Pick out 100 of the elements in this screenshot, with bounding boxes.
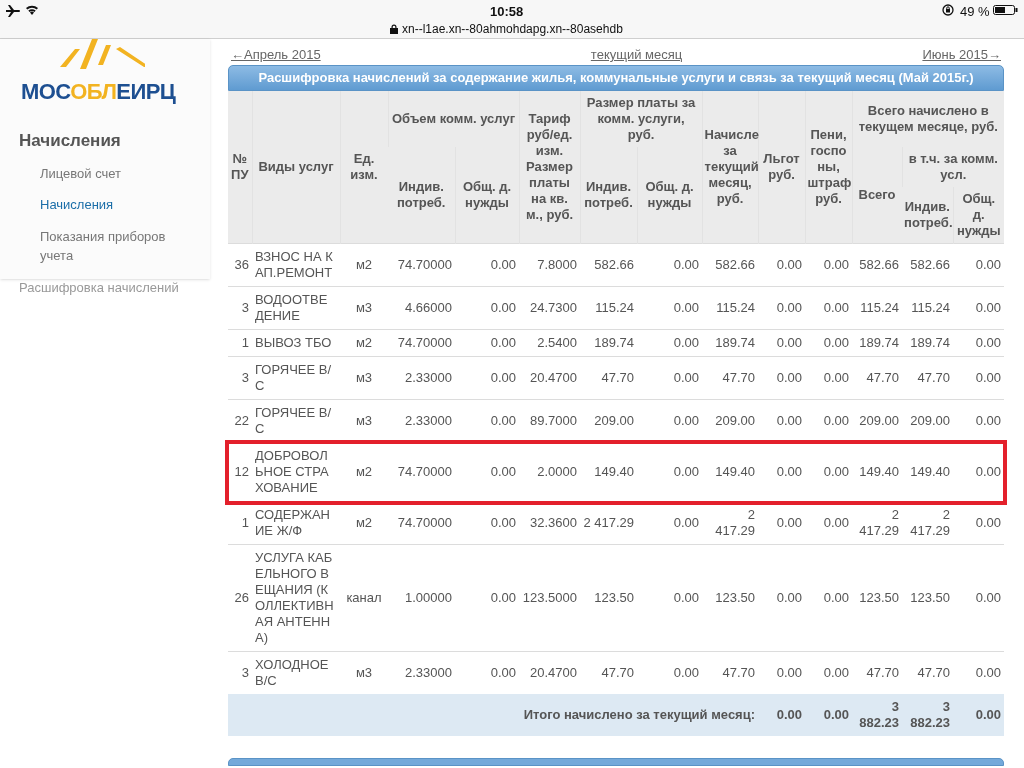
table-cell: 26 — [228, 544, 252, 652]
table-cell: 0.00 — [455, 442, 519, 502]
table-cell: 2.0000 — [519, 442, 580, 502]
table-cell: 1 — [228, 329, 252, 357]
table-cell: 2 417.29 — [702, 501, 759, 545]
column-header: Льгот руб. — [758, 91, 806, 244]
sidebar-item[interactable]: Начисления — [40, 195, 190, 215]
table-cell: 0.00 — [455, 501, 519, 545]
table-cell: 74.70000 — [388, 329, 455, 357]
table-cell: 89.7000 — [519, 399, 580, 443]
table-cell: 0.00 — [758, 329, 806, 357]
table-cell: 0.00 — [805, 694, 853, 736]
table-cell: 74.70000 — [388, 501, 455, 545]
table-cell: 20.4700 — [519, 356, 580, 400]
table-cell: 209.00 — [852, 399, 903, 443]
column-header: № ПУ — [228, 91, 252, 244]
table-cell: 0.00 — [637, 356, 703, 400]
table-cell: 47.70 — [902, 356, 954, 400]
table-cell: м3 — [340, 399, 388, 443]
table-cell: 0.00 — [758, 544, 806, 652]
battery-percent: 49 % — [960, 3, 990, 21]
table-cell: 2.33000 — [388, 651, 455, 694]
table-cell: 47.70 — [580, 356, 637, 400]
column-header: Всего — [852, 147, 903, 244]
table-cell: 0.00 — [455, 329, 519, 357]
table-cell: 36 — [228, 243, 252, 287]
table-cell: 189.74 — [852, 329, 903, 357]
table-cell: 0.00 — [758, 243, 806, 287]
table-cell: 0.00 — [805, 501, 853, 545]
table-cell: 582.66 — [702, 243, 759, 287]
table-cell: 3 — [228, 286, 252, 330]
sidebar-heading: Начисления — [19, 130, 122, 152]
table-cell: 189.74 — [902, 329, 954, 357]
table-cell: 3 882.23 — [902, 694, 954, 736]
table-cell: 47.70 — [702, 356, 759, 400]
table-cell: 0.00 — [637, 329, 703, 357]
table-cell: ВЫВОЗ ТБО — [252, 329, 340, 357]
column-header: Объем комм. услуг — [388, 91, 519, 147]
column-header: Общ. д. нужды — [953, 187, 1005, 244]
table-cell: 0.00 — [455, 651, 519, 694]
table-cell: 0.00 — [637, 442, 703, 502]
table-cell: 123.50 — [902, 544, 954, 652]
table-cell: 12 — [228, 442, 252, 502]
table-cell: СОДЕРЖАНИЕ Ж/Ф — [252, 501, 340, 545]
column-header: Пени, госпо ны, штраф руб. — [805, 91, 853, 244]
table-cell: 1.00000 — [388, 544, 455, 652]
table-cell: 3 — [228, 651, 252, 694]
table-cell: 0.00 — [758, 356, 806, 400]
table-cell: 149.40 — [580, 442, 637, 502]
column-header: Индив. потреб. — [388, 147, 455, 244]
current-month-link[interactable]: текущий месяц — [590, 45, 683, 65]
table-cell: 0.00 — [455, 243, 519, 287]
table-cell: 0.00 — [805, 399, 853, 443]
table-cell: 0.00 — [455, 286, 519, 330]
table-cell: 0.00 — [805, 442, 853, 502]
table-cell: 47.70 — [902, 651, 954, 694]
table-cell: 0.00 — [637, 544, 703, 652]
table-cell: 0.00 — [455, 399, 519, 443]
column-header: Виды услуг — [252, 91, 340, 244]
table-cell: ВЗНОС НА КАП.РЕМОНТ — [252, 243, 340, 287]
table-cell: 47.70 — [852, 651, 903, 694]
table-cell: 4.66000 — [388, 286, 455, 330]
table-cell: 0.00 — [637, 399, 703, 443]
column-header: Индив. потреб. — [580, 147, 637, 244]
table-cell: 47.70 — [580, 651, 637, 694]
column-header: Индив. потреб. — [902, 187, 954, 244]
sidebar-item[interactable]: Лицевой счет — [40, 163, 190, 183]
next-month-link[interactable]: Июнь 2015→ — [922, 45, 1001, 65]
table-cell: 0.00 — [758, 651, 806, 694]
table-cell: 2 417.29 — [902, 501, 954, 545]
table-cell: 0.00 — [637, 501, 703, 545]
column-header: Тариф руб/ед. изм. Размер платы на кв. м., руб. — [519, 91, 580, 244]
table-cell: 0.00 — [805, 356, 853, 400]
previous-month-link[interactable]: ←Апрель 2015 — [231, 45, 321, 65]
table-cell: 0.00 — [758, 286, 806, 330]
address-bar[interactable]: xn--l1ae.xn--80ahmohdapg.xn--80asehdb — [390, 20, 623, 38]
table-cell: 2 417.29 — [580, 501, 637, 545]
table-cell: м2 — [340, 501, 388, 545]
table-cell: 0.00 — [637, 651, 703, 694]
table-cell: 2.5400 — [519, 329, 580, 357]
sidebar-item[interactable]: Показания приборов учета — [40, 226, 190, 266]
table-cell: 189.74 — [580, 329, 637, 357]
column-header: Начисле за текущий месяц, руб. — [702, 91, 759, 244]
table-cell: ВОДООТВЕДЕНИЕ — [252, 286, 340, 330]
table-cell: канал — [340, 544, 388, 652]
table-cell: 0.00 — [953, 329, 1005, 357]
table-cell: 0.00 — [805, 243, 853, 287]
table-cell: 0.00 — [805, 329, 853, 357]
table-cell: 0.00 — [953, 243, 1005, 287]
table-cell: 3 — [228, 356, 252, 400]
column-header: Всего начислено в текущем месяце, руб. — [852, 91, 1005, 147]
table-cell: 74.70000 — [388, 442, 455, 502]
table-cell: 0.00 — [758, 694, 806, 736]
table-cell: м2 — [340, 442, 388, 502]
table-cell: 0.00 — [953, 501, 1005, 545]
table-cell: м2 — [340, 329, 388, 357]
table-cell: 0.00 — [758, 501, 806, 545]
table-cell: 22 — [228, 399, 252, 443]
table-cell: 209.00 — [580, 399, 637, 443]
table-cell: м3 — [340, 286, 388, 330]
